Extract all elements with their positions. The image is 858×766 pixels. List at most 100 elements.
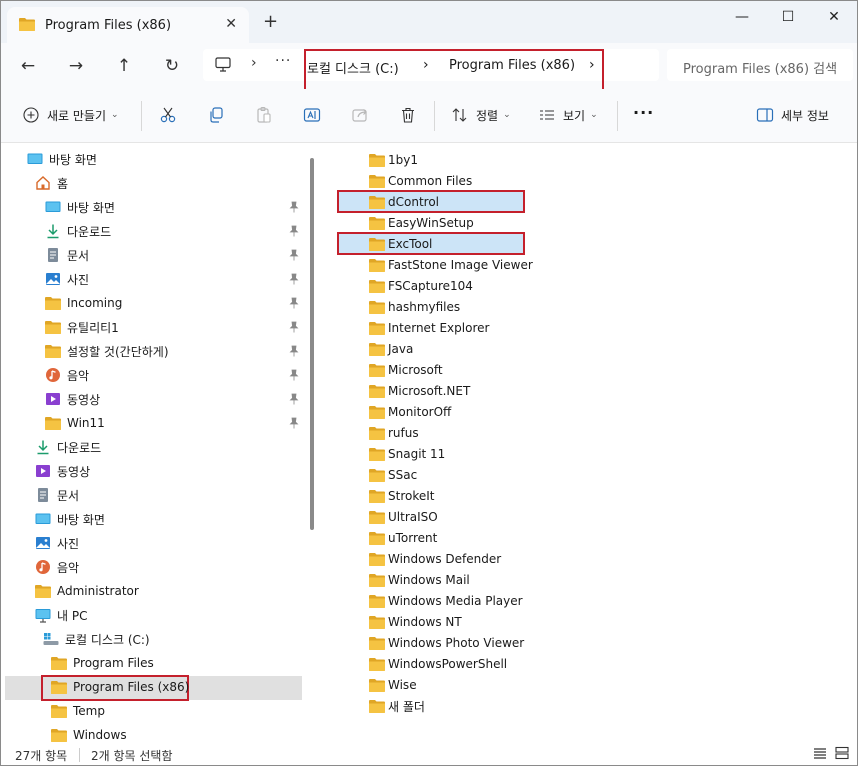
cut-button[interactable] [158,105,178,125]
file-list-item[interactable]: Java [369,339,413,359]
sidebar-item[interactable]: Windows [51,723,127,742]
view-list-icon [537,105,557,125]
file-list-item[interactable]: hashmyfiles [369,297,460,317]
sidebar-item[interactable]: Administrator [35,579,139,603]
sidebar-item[interactable]: 바탕 화면 [45,195,115,219]
folder-icon [19,17,35,34]
sidebar-scrollbar[interactable] [310,158,314,530]
file-list-item[interactable]: MonitorOff [369,402,451,422]
desktop-icon [45,199,61,215]
paste-button[interactable] [254,105,274,125]
copy-button[interactable] [206,105,226,125]
sidebar-item[interactable]: 사진 [45,267,89,291]
folder-icon [369,552,385,566]
tab-close-icon[interactable]: ✕ [225,16,237,32]
file-list-item[interactable]: StrokeIt [369,486,434,506]
sidebar-item[interactable]: Incoming [45,291,122,315]
sidebar-item-label: 설정할 것(간단하게) [67,344,169,359]
more-options-button[interactable]: ··· [633,103,654,122]
file-list-item[interactable]: Snagit 11 [369,444,445,464]
sidebar-item[interactable]: 다운로드 [45,219,111,243]
sidebar-item[interactable]: Program Files [51,651,154,675]
sidebar-item[interactable]: 문서 [35,483,79,507]
file-list-item[interactable]: 새 폴더 [369,696,425,716]
tab-program-files-x86[interactable]: Program Files (x86) ✕ [7,7,249,43]
file-list-item[interactable]: 1by1 [369,150,418,170]
file-list-item[interactable]: SSac [369,465,417,485]
file-list-item[interactable]: Windows Defender [369,549,501,569]
sidebar-item[interactable]: Program Files (x86) [51,675,189,699]
breadcrumb-separator[interactable]: › [589,57,595,73]
file-list-item[interactable]: WindowsPowerShell [369,654,507,674]
sidebar-item[interactable]: 다운로드 [35,435,101,459]
refresh-button[interactable]: ↻ [157,51,187,81]
sidebar-item-label: Program Files [73,656,154,670]
file-list-item[interactable]: EasyWinSetup [369,213,474,233]
file-list-item[interactable]: Windows NT [369,612,462,632]
file-list-item[interactable]: Microsoft.NET [369,381,470,401]
breadcrumb-program-files-x86[interactable]: Program Files (x86) [449,58,575,73]
sidebar-item[interactable]: 바탕 화면 [27,147,97,171]
sidebar-item[interactable]: 음악 [35,555,79,579]
sidebar-item[interactable]: Win11 [45,411,105,435]
sidebar-item[interactable]: 동영상 [45,387,100,411]
sidebar-item[interactable]: 동영상 [35,459,90,483]
sidebar-item[interactable]: 문서 [45,243,89,267]
maximize-button[interactable]: ☐ [765,5,811,29]
file-list-item[interactable]: Common Files [369,171,472,191]
sidebar-item[interactable]: Temp [51,699,105,723]
folder-icon [35,583,51,599]
sidebar-item[interactable]: 유틸리티1 [45,315,119,339]
document-icon [45,247,61,263]
file-list-item[interactable]: Microsoft [369,360,443,380]
pc-icon[interactable] [215,57,231,75]
file-list-item[interactable]: dControl [369,192,439,212]
breadcrumb-overflow-button[interactable]: ··· [275,53,291,69]
delete-button[interactable] [398,105,418,125]
file-list-item[interactable]: Windows Mail [369,570,470,590]
sidebar-item[interactable]: 홈 [35,171,68,195]
back-button[interactable]: ← [13,51,43,81]
file-list-item[interactable]: Wise [369,675,417,695]
folder-icon [369,699,385,713]
new-button[interactable]: 새로 만들기 ⌄ [21,105,119,125]
address-bar[interactable]: › ··· 로컬 디스크 (C:) › Program Files (x86) … [203,49,659,92]
forward-button[interactable]: → [61,51,91,81]
file-name: EasyWinSetup [388,216,474,230]
share-button[interactable] [350,105,370,125]
details-view-icon[interactable] [813,746,827,763]
details-pane-button[interactable]: 세부 정보 [755,105,829,125]
file-list-item[interactable]: Windows Photo Viewer [369,633,524,653]
view-button[interactable]: 보기 ⌄ [537,105,598,125]
sort-button[interactable]: 정렬 ⌄ [450,105,511,125]
pin-icon [289,321,299,336]
file-list-item[interactable]: Windows Media Player [369,591,523,611]
breadcrumb-separator[interactable]: › [423,57,429,73]
sidebar-item[interactable]: 설정할 것(간단하게) [45,339,169,363]
tiles-view-icon[interactable] [835,746,849,763]
file-name: UltraISO [388,510,438,524]
title-bar: Program Files (x86) ✕ + — ☐ ✕ [1,1,857,43]
sidebar-item[interactable]: 로컬 디스크 (C:) [43,627,150,651]
sidebar-item[interactable]: 내 PC [35,603,87,627]
breadcrumb-local-disk[interactable]: 로컬 디스크 (C:) [307,58,399,77]
sidebar-item[interactable]: 바탕 화면 [35,507,105,531]
sidebar-item[interactable]: 음악 [45,363,89,387]
sidebar-item[interactable]: 사진 [35,531,79,555]
file-list-item[interactable]: FSCapture104 [369,276,473,296]
rename-button[interactable] [302,105,322,125]
breadcrumb-separator[interactable]: › [251,55,257,71]
file-list-item[interactable]: Internet Explorer [369,318,489,338]
search-input[interactable]: Program Files (x86) 검색 [667,49,853,81]
folder-icon [369,405,385,419]
up-button[interactable]: ↑ [109,51,139,81]
file-list-item[interactable]: rufus [369,423,419,443]
file-list-item[interactable]: uTorrent [369,528,437,548]
file-list-item[interactable]: UltraISO [369,507,438,527]
close-window-button[interactable]: ✕ [811,5,857,29]
folder-icon [369,573,385,587]
file-list-item[interactable]: ExcTool [369,234,432,254]
file-list-item[interactable]: FastStone Image Viewer [369,255,533,275]
minimize-button[interactable]: — [719,5,765,29]
new-tab-button[interactable]: + [263,13,278,31]
